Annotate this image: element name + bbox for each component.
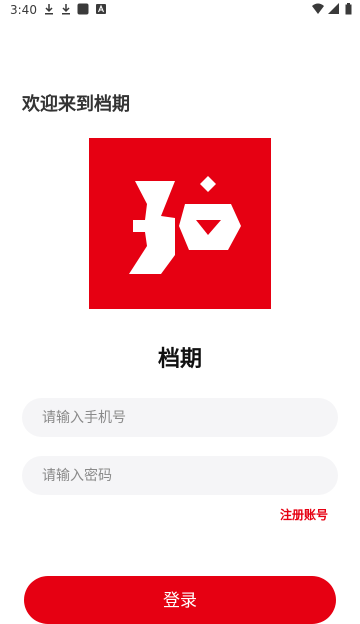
login-button-label: 登录: [163, 591, 197, 611]
signal-icon: [328, 3, 339, 14]
login-button[interactable]: 登录: [24, 576, 336, 624]
password-input[interactable]: [22, 456, 338, 495]
battery-icon: [345, 3, 352, 15]
phone-input[interactable]: [22, 398, 338, 437]
register-link[interactable]: 注册账号: [280, 506, 328, 523]
download-icon: [62, 4, 70, 15]
app-square-icon: [77, 3, 89, 15]
app-name: 档期: [157, 347, 202, 372]
welcome-title: 欢迎来到档期: [22, 94, 130, 115]
wifi-icon: [312, 3, 324, 14]
app-logo: [89, 138, 271, 309]
download-icon: [45, 4, 53, 15]
status-time: 3:40: [10, 3, 37, 17]
status-bar: 3:40: [0, 0, 360, 20]
a-icon: [96, 4, 106, 14]
logo-mark-icon: [129, 176, 241, 274]
